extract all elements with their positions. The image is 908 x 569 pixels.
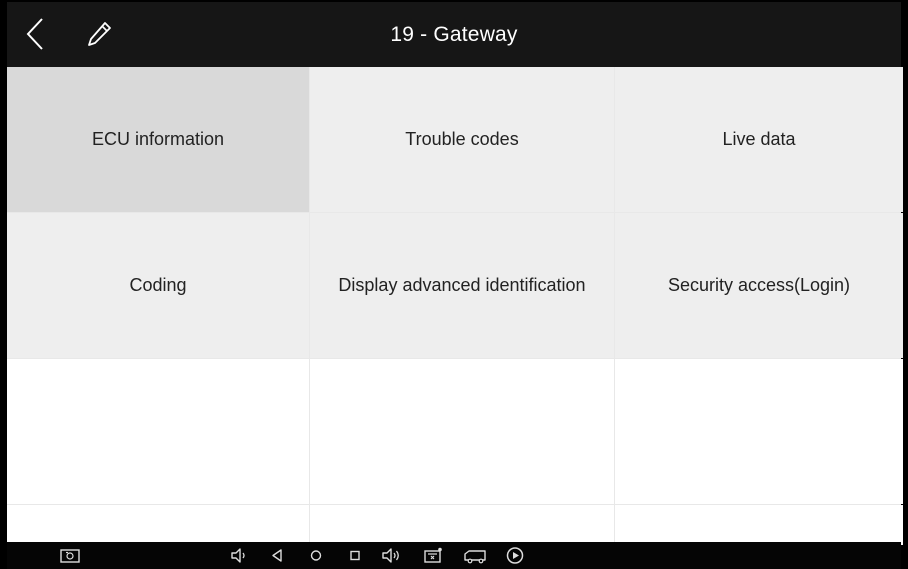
empty-cell bbox=[615, 505, 903, 545]
empty-cell bbox=[310, 359, 614, 504]
page-title: 19 - Gateway bbox=[390, 23, 518, 46]
menu-item-trouble-codes[interactable]: Trouble codes bbox=[310, 67, 614, 212]
screenshot-icon[interactable] bbox=[59, 546, 81, 565]
function-menu-grid: ECU information Trouble codes Live data … bbox=[7, 67, 903, 545]
menu-item-coding[interactable]: Coding bbox=[7, 213, 309, 358]
menu-item-display-advanced-identification[interactable]: Display advanced identification bbox=[310, 213, 614, 358]
empty-cell bbox=[310, 505, 614, 545]
menu-item-ecu-information[interactable]: ECU information bbox=[7, 67, 309, 212]
title-bar: 19 - Gateway bbox=[7, 2, 901, 67]
vci-icon[interactable] bbox=[422, 546, 444, 565]
volume-down-icon[interactable] bbox=[229, 546, 249, 565]
empty-cell bbox=[7, 359, 309, 504]
back-triangle-icon[interactable] bbox=[269, 546, 285, 565]
play-circle-icon[interactable] bbox=[504, 546, 526, 565]
truck-icon[interactable] bbox=[463, 546, 489, 565]
empty-cell bbox=[7, 505, 309, 545]
volume-up-icon[interactable] bbox=[380, 546, 402, 565]
home-circle-icon[interactable] bbox=[308, 546, 324, 565]
recents-square-icon[interactable] bbox=[347, 546, 363, 565]
empty-cell bbox=[615, 359, 903, 504]
system-navigation-bar bbox=[7, 542, 901, 569]
menu-item-live-data[interactable]: Live data bbox=[615, 67, 903, 212]
menu-item-security-access[interactable]: Security access(Login) bbox=[615, 213, 903, 358]
